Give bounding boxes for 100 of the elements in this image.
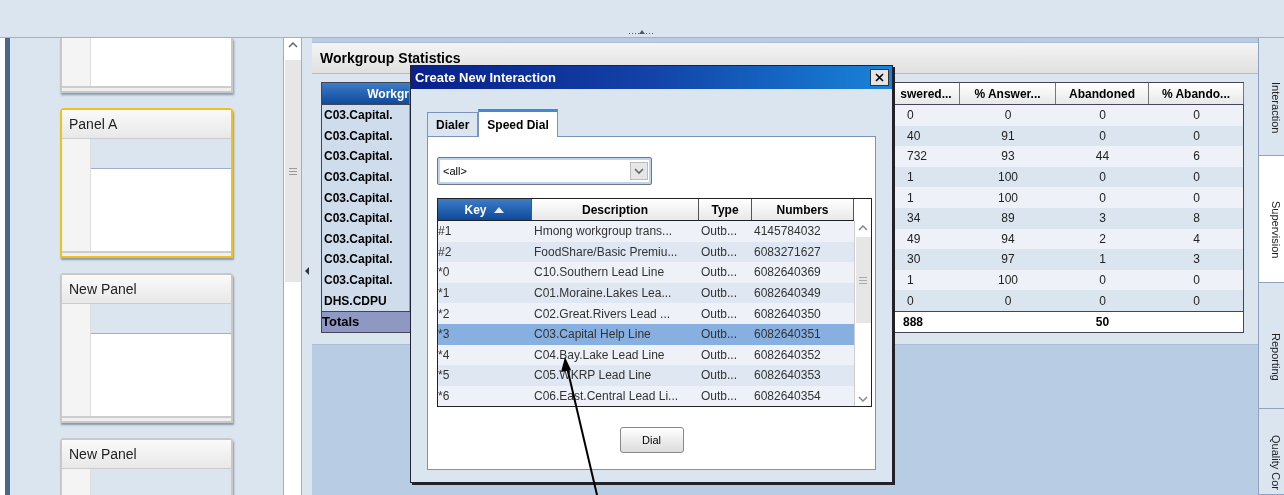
table-cell: C03.Capital. [322, 187, 410, 208]
table-cell-text: 40 [906, 127, 922, 145]
table-row[interactable]: *0 C10.Southern Lead Line Outb... 6082640369 [438, 262, 854, 283]
table-cell: Totals [322, 311, 410, 332]
table-cell-text: 0 [906, 107, 915, 125]
table-cell-text: 91 [1000, 127, 1016, 145]
panel-card[interactable]: New Panel [60, 273, 233, 423]
table-cell-text: 3 [1098, 210, 1107, 228]
table-cell: C03.Capital. [322, 125, 410, 147]
scroll-down-icon[interactable] [858, 396, 868, 403]
table-cell-text: 0 [1098, 189, 1107, 207]
table-cell-text: 49 [906, 230, 922, 248]
table-row[interactable]: *4 C04.Bay.Lake Lead Line Outb... 6082640352 [438, 344, 854, 366]
side-tab[interactable]: Supervision [1258, 156, 1284, 283]
panel-gutter [62, 38, 91, 86]
grip-icon [859, 276, 867, 284]
grip-icon [288, 167, 297, 175]
table-row[interactable]: #2 FoodShare/Basic Premiu... Outb... 6083271627 [438, 241, 854, 263]
table-cell-text: 0 [1192, 107, 1201, 125]
table-cell-text: 34 [906, 210, 922, 228]
table-cell-text: 0 [906, 292, 915, 310]
scrollbar[interactable] [283, 38, 302, 495]
table-cell-text: 0 [1098, 292, 1107, 310]
table-cell-text: 732 [906, 148, 929, 166]
panel-title: Workgroup Statistics [320, 48, 461, 68]
table-cell: C03.Capital. [322, 228, 410, 250]
panel-title: New Panel [69, 444, 137, 464]
side-tab[interactable]: Quality Cor [1258, 409, 1284, 495]
dialog-title: Create New Interaction [415, 68, 556, 87]
table-cell-text: 0 [1192, 169, 1201, 187]
dial-button[interactable]: Dial [619, 427, 684, 454]
table-row[interactable]: *2 C02.Great.Rivers Lead ... Outb... 6082640350 [438, 303, 854, 324]
panel-title: Panel A [69, 114, 118, 134]
table-cell: C03.Capital. [322, 146, 410, 167]
table-cell-text: 44 [1094, 148, 1111, 166]
close-button[interactable] [870, 69, 889, 86]
table-cell: C03.Capital. [322, 249, 410, 270]
table-cell-text: 94 [1000, 230, 1016, 248]
table-cell-text: 1 [906, 189, 915, 207]
column-header[interactable]: Abandoned [1056, 83, 1149, 104]
table-cell-text: 0 [1098, 272, 1107, 290]
table-cell-text: 0 [1098, 107, 1107, 125]
table-cell-text: 3 [1192, 251, 1201, 269]
table-cell: C03.Capital. [322, 207, 410, 229]
table-cell-text: 6 [1192, 148, 1201, 166]
scroll-up-icon[interactable] [858, 225, 868, 231]
table-cell-text: 1 [906, 169, 915, 187]
table-cell-text: 0 [1098, 127, 1107, 145]
column-header[interactable]: Workgr [322, 83, 410, 104]
table-cell-text: 100 [997, 272, 1019, 290]
tab[interactable]: Speed Dial [478, 109, 558, 137]
table-cell-text: 0 [1098, 169, 1107, 187]
column-header[interactable]: Numbers [752, 199, 854, 220]
table-cell-text: 1 [1098, 251, 1107, 269]
table-cell-text: 50 [1094, 313, 1111, 331]
table-cell-text: 1 [906, 272, 915, 290]
scroll-thumb[interactable] [855, 237, 871, 323]
table-cell: C03.Capital. [322, 105, 410, 126]
column-header[interactable]: swered... [893, 83, 960, 104]
tab[interactable]: Dialer [427, 112, 479, 136]
panel-card[interactable]: Panel A [60, 108, 233, 258]
table-cell-text: 2 [1098, 230, 1107, 248]
table-cell-text: 93 [1000, 148, 1016, 166]
sort-ascending-icon [492, 205, 505, 214]
table-cell-text: 888 [902, 313, 925, 331]
table-cell-text: 100 [997, 189, 1019, 207]
table-cell: C03.Capital. [322, 269, 410, 291]
table-cell-text: 0 [1003, 107, 1013, 125]
table-cell-text: 0 [1192, 189, 1201, 207]
side-tab[interactable]: Interaction [1258, 38, 1284, 156]
table-cell-text: 8 [1192, 210, 1201, 228]
table-cell-text: 100 [997, 169, 1019, 187]
table-cell-text: 0 [1192, 272, 1201, 290]
panel-card[interactable]: New Panel [60, 438, 233, 495]
table-cell-text: 0 [1192, 127, 1201, 145]
table-cell-text: 4 [1192, 230, 1201, 248]
table-cell: C03.Capital. [322, 166, 410, 188]
column-header[interactable]: Type [699, 199, 752, 220]
table-row[interactable]: #1 Hmong workgroup trans... Outb... 4145784032 [438, 221, 854, 242]
scroll-up-icon[interactable] [287, 42, 298, 48]
filter-dropdown[interactable]: <all> [437, 157, 652, 185]
scrollbar[interactable] [854, 221, 871, 407]
table-cell-text: 97 [1000, 251, 1016, 269]
table-row[interactable]: *1 C01.Moraine.Lakes Lea... Outb... 6082640349 [438, 282, 854, 304]
column-header[interactable]: % Answer... [960, 83, 1056, 104]
collapse-arrow-icon[interactable] [304, 266, 310, 275]
column-header[interactable]: Key [438, 199, 532, 220]
column-header[interactable]: % Abando... [1149, 83, 1244, 104]
dropdown-value: <all> [443, 163, 467, 179]
table-cell-text: 30 [906, 251, 922, 269]
close-icon [875, 73, 884, 82]
panel-title: New Panel [69, 279, 137, 299]
table-cell-text: 0 [1003, 292, 1013, 310]
column-header[interactable]: Description [532, 199, 699, 220]
scroll-thumb[interactable] [284, 60, 301, 282]
table-cell-text: 0 [1192, 292, 1201, 310]
table-cell-text: 89 [1000, 210, 1016, 228]
table-row[interactable]: *3 C03.Capital Help Line Outb... 6082640351 [438, 323, 854, 345]
table-cell: DHS.CDPU [322, 290, 410, 311]
side-tab[interactable]: Reporting [1258, 283, 1284, 409]
